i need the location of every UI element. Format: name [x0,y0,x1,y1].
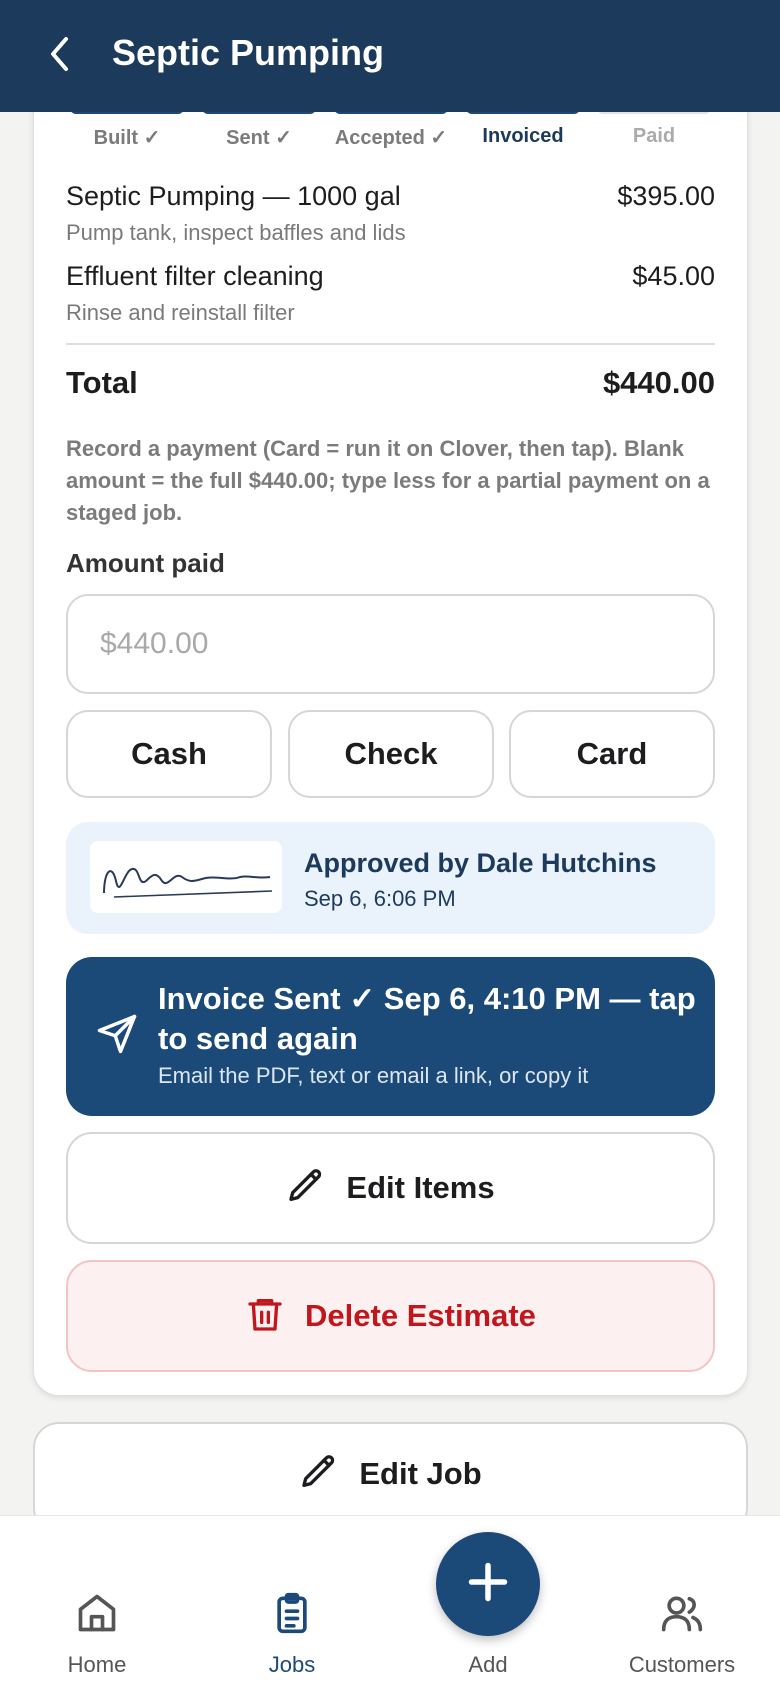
step-label: Invoiced [482,125,564,147]
send-invoice-subtitle: Email the PDF, text or email a link, or … [158,1063,589,1088]
page-title: Septic Pumping [112,32,385,73]
back-button[interactable] [40,36,80,76]
send-invoice-title: Invoice Sent ✓ Sep 6, 4:10 PM — tap to s… [158,981,696,1056]
app-header: Septic Pumping [0,0,780,112]
approval-banner: Approved by Dale Hutchins Sep 6, 6:06 PM [66,822,715,934]
step-label: Accepted ✓ [334,127,448,149]
step-label: Built ✓ [93,127,161,149]
users-icon [660,1591,704,1635]
total-row: Total $440.00 [66,365,715,401]
line-item: Effluent filter cleaning $45.00 Rinse an… [66,261,715,326]
step-label: Paid [632,125,676,147]
home-icon [75,1591,119,1635]
line-item-name: Effluent filter cleaning [66,261,324,291]
edit-job-label: Edit Job [359,1456,482,1491]
nav-jobs-label: Jobs [268,1652,316,1677]
check-button[interactable]: Check [288,710,494,798]
cash-button[interactable]: Cash [66,710,272,798]
send-invoice-button[interactable]: Invoice Sent ✓ Sep 6, 4:10 PM — tap to s… [66,957,715,1116]
nav-customers[interactable]: Customers [592,1516,772,1688]
nav-add-label: Add [468,1652,508,1677]
bottom-nav: Home Jobs Add Customers [0,1515,780,1688]
add-fab-button[interactable] [436,1532,540,1636]
line-item-description: Rinse and reinstall filter [66,300,295,325]
chevron-left-icon [45,34,75,79]
trash-icon [245,1294,285,1339]
card-button[interactable]: Card [509,710,715,798]
line-item-description: Pump tank, inspect baffles and lids [66,220,406,245]
amount-paid-input[interactable] [66,594,715,694]
nav-home[interactable]: Home [7,1516,187,1688]
step-label: Sent ✓ [226,127,292,149]
approval-title: Approved by Dale Hutchins [304,848,657,878]
divider [66,343,715,345]
send-icon [96,1013,138,1055]
delete-estimate-button[interactable]: Delete Estimate [66,1260,715,1372]
line-item-price: $45.00 [632,261,715,291]
delete-estimate-label: Delete Estimate [305,1298,536,1333]
total-value: $440.00 [602,365,715,400]
pencil-icon [299,1452,339,1497]
clipboard-icon [270,1591,314,1635]
nav-customers-label: Customers [628,1652,736,1677]
plus-icon [466,1560,510,1609]
pencil-icon [286,1166,326,1211]
payment-note: Record a payment (Card = run it on Clove… [66,436,710,525]
approval-date: Sep 6, 6:06 PM [304,886,456,911]
line-item: Septic Pumping — 1000 gal $395.00 Pump t… [66,181,715,246]
amount-paid-label: Amount paid [66,548,225,578]
nav-jobs[interactable]: Jobs [202,1516,382,1688]
nav-home-label: Home [67,1652,127,1677]
line-item-price: $395.00 [617,181,715,211]
edit-items-button[interactable]: Edit Items [66,1132,715,1244]
edit-items-label: Edit Items [346,1170,495,1205]
signature-image [90,841,282,913]
